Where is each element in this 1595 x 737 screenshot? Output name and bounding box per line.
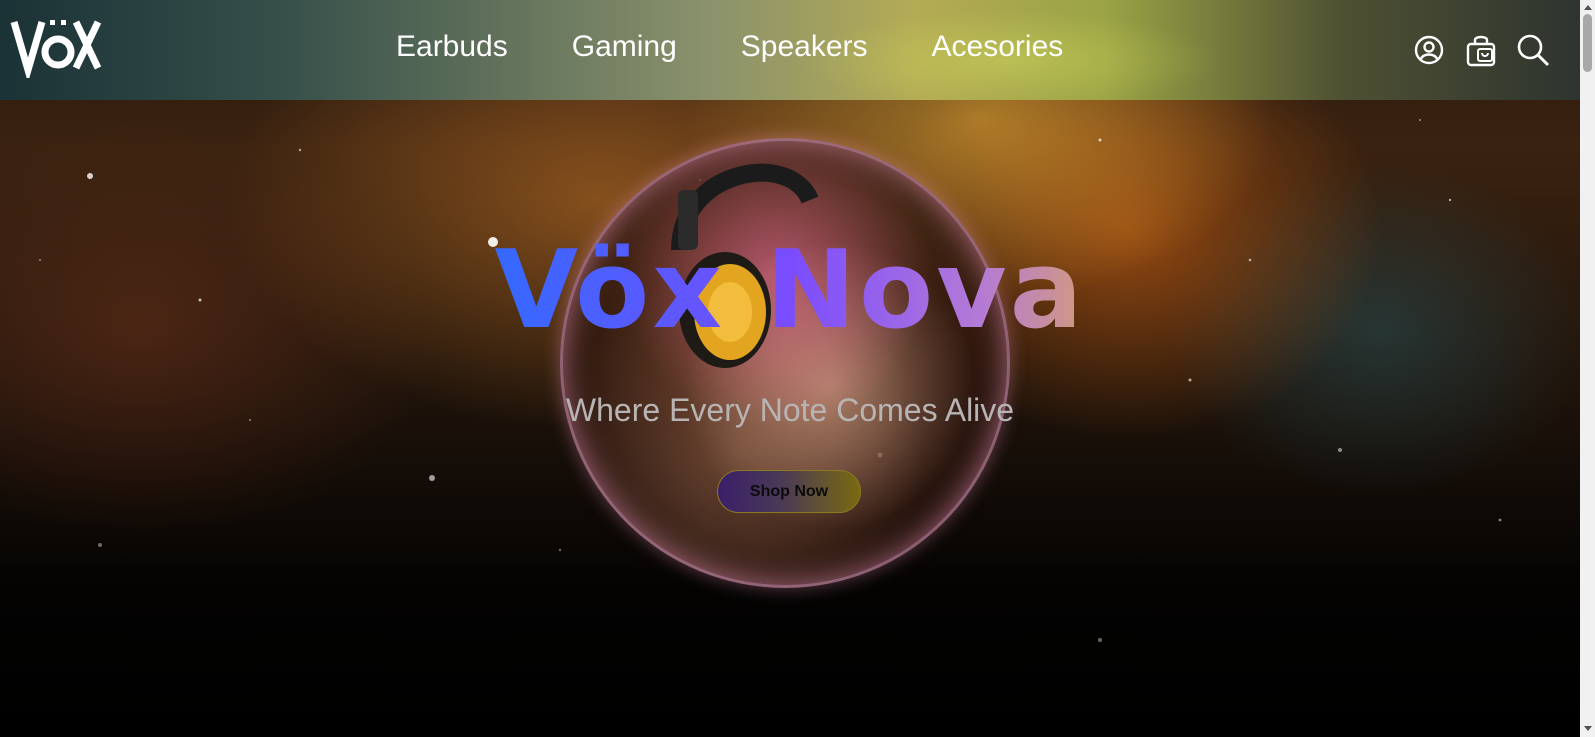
page: Vöx Nova Where Every Note Comes Alive Sh… xyxy=(0,0,1580,737)
hero-title: Vöx Nova xyxy=(0,228,1580,353)
site-header: Earbuds Gaming Speakers Acesories xyxy=(0,0,1580,100)
vox-logo[interactable] xyxy=(10,14,102,78)
scrollbar-thumb[interactable] xyxy=(1583,14,1592,72)
search-icon[interactable] xyxy=(1516,33,1550,67)
page-scrollbar[interactable] xyxy=(1580,0,1595,737)
main-nav: Earbuds Gaming Speakers Acesories xyxy=(396,30,1127,64)
hero-subtitle: Where Every Note Comes Alive xyxy=(565,392,1015,428)
scroll-up-arrow-icon[interactable] xyxy=(1584,5,1592,10)
shopping-bag-icon[interactable] xyxy=(1464,33,1498,67)
nav-speakers[interactable]: Speakers xyxy=(741,30,868,64)
nav-accessories[interactable]: Acesories xyxy=(932,30,1064,64)
shop-now-button[interactable]: Shop Now xyxy=(717,470,861,513)
nav-earbuds[interactable]: Earbuds xyxy=(396,30,508,64)
scroll-down-arrow-icon[interactable] xyxy=(1584,726,1592,731)
account-icon[interactable] xyxy=(1412,33,1446,67)
header-actions xyxy=(1412,33,1550,67)
nav-gaming[interactable]: Gaming xyxy=(572,30,677,64)
